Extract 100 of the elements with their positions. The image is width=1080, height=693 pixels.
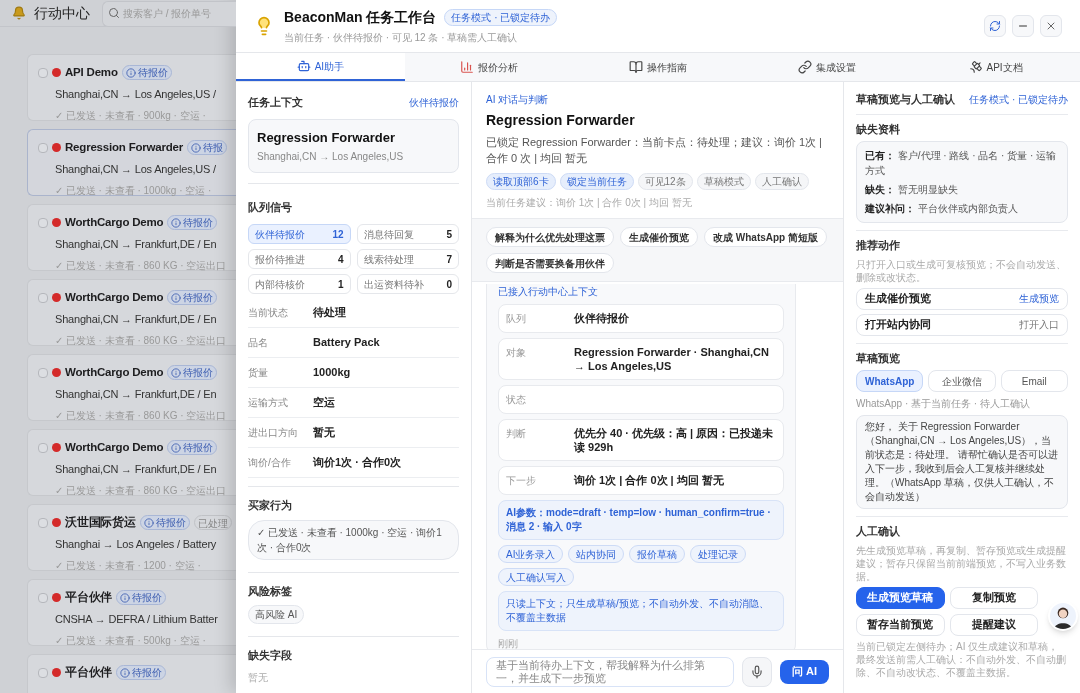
route-text: CNSHA → DEFRA / Lithium Batter (54, 612, 219, 628)
action-chip[interactable]: 人工确认写入 (498, 568, 574, 586)
row-value: 询价 1次 | 合作 0次 | 均回 暂无 (574, 473, 724, 488)
route-text: Shanghai,CN → Los Angeles,US / (54, 87, 217, 103)
route-text: Shanghai,CN → Frankfurt,DE / En (54, 387, 218, 403)
confirm-button[interactable]: 提醒建议 (949, 613, 1038, 636)
description-text: 只打开入口或生成可复核预览；不会自动发送、删除或改状态。 (856, 257, 1067, 284)
tab[interactable]: 报价分析 (404, 53, 574, 81)
section-title: 风险标签 (248, 583, 292, 599)
route-text: Shanghai,CN → Los Angeles,US / (54, 162, 217, 178)
info-line: 已有： 客户/代理 · 路线 · 品名 · 货量 · 运输方式 (865, 149, 1058, 178)
context-chip: 草稿模式 (696, 173, 751, 190)
risk-tag: 高风险 AI (248, 605, 305, 624)
hint-text: 当前任务建议：询价 1次 | 合作 0次 | 均回 暂无 (486, 196, 693, 210)
status-badge: 待报价 (139, 515, 190, 531)
field-label: 当前状态 (248, 306, 289, 320)
context-chip: 读取顶部6卡 (486, 173, 556, 190)
info-line: 建议补问： 平台伙伴或内部负责人 (865, 202, 1019, 216)
action-chip[interactable]: 站内协同 (568, 545, 625, 563)
confirm-button[interactable]: 复制预览 (949, 586, 1038, 609)
section-title: 任务上下文 (248, 95, 303, 110)
queue-signal[interactable]: 伙伴待报价 12 (248, 224, 351, 244)
section-title: 买家行为 (248, 498, 293, 513)
field-label: 货量 (248, 366, 269, 380)
context-chip: 可见12条 (637, 173, 693, 190)
row-label: 对象 (506, 346, 527, 360)
prompt-chip[interactable]: 解释为什么优先处理这票 (486, 227, 614, 247)
field-label: 运输方式 (248, 396, 289, 410)
prompt-chip[interactable]: 生成催价预览 (620, 227, 698, 247)
behavior-chip: ✓ 已发送 · 未查看 · 1000kg · 空运 · 询价1次 · 合作0次 (248, 519, 459, 560)
mode-badge: 任务模式 · 已锁定待办 (444, 9, 558, 26)
prompt-chip[interactable]: 改成 WhatsApp 简短版 (704, 227, 827, 247)
section-eyebrow: AI 对话与判断 (486, 93, 550, 107)
field-label: 进出口方向 (248, 426, 299, 440)
preview-caption: WhatsApp · 基于当前任务 · 待人工确认 (856, 397, 1031, 411)
confirm-button[interactable]: 生成预览草稿 (856, 586, 945, 609)
status-badge: 待报价 (121, 65, 172, 81)
card-title: 平台伙伴 (65, 665, 113, 680)
card-title: WorthCargo Demo (65, 215, 164, 230)
card-title: WorthCargo Demo (65, 440, 164, 455)
field-value: Battery Pack (313, 335, 380, 351)
row-label: 判断 (506, 427, 527, 441)
queue-signal[interactable]: 内部待核价 1 (248, 274, 351, 294)
section-title: 队列信号 (248, 201, 292, 213)
field-value: 暂无 (313, 425, 335, 441)
channel-tab[interactable]: 企业微信 (928, 370, 996, 392)
missing-value: 暂无 (248, 670, 269, 685)
ai-params: AI参数：mode=draft · temp=low · human_confirm=true · 消息 2 · 输入 0字 (498, 500, 784, 540)
section-title: 缺失资料 (856, 121, 901, 137)
chat-title: Regression Forwarder (486, 111, 636, 130)
ask-button[interactable]: 问 AI (779, 659, 829, 684)
queue-signal[interactable]: 线索待处理 7 (356, 249, 459, 269)
mode-label: 任务模式 · 已锁定待办 (969, 92, 1068, 107)
tab[interactable]: API文档 (911, 53, 1080, 81)
section-title: 草稿预览 (856, 350, 901, 366)
message-input[interactable]: 基于当前待办上下文，帮我解释为什么排第一，并生成下一步预览 (486, 656, 734, 687)
status-badge: 待报价 (167, 290, 218, 306)
action-chip[interactable]: 报价草稿 (629, 545, 686, 563)
queue-signal[interactable]: 报价待推进 4 (248, 249, 351, 269)
status-badge: 待报价 (167, 440, 218, 456)
card-title: WorthCargo Demo (65, 290, 164, 305)
tab[interactable]: AI助手 (236, 53, 405, 81)
window-subtitle: 当前任务 · 伙伴待报价 · 可见 12 条 · 草稿需人工确认 (284, 31, 519, 45)
status-badge: 待报 (187, 140, 228, 156)
field-value: 空运 (313, 395, 335, 411)
field-value: 待处理 (313, 305, 346, 321)
context-chip: 锁定当前任务 (559, 173, 634, 190)
route-text: Shanghai,CN → Los Angeles,US (257, 150, 405, 164)
confirm-button[interactable]: 暂存当前预览 (856, 613, 945, 636)
action-row[interactable]: 打开站内协同 打开入口 (856, 313, 1068, 336)
field-label: 品名 (248, 336, 269, 350)
timestamp: 刚刚 (498, 637, 519, 649)
action-row[interactable]: 生成催价预览 生成预览 (856, 287, 1068, 310)
field-label: 询价/合作 (248, 456, 292, 470)
channel-tab[interactable]: Email (1000, 370, 1068, 392)
channel-tab[interactable]: WhatsApp (856, 370, 924, 392)
route-text: Shanghai,CN → Frankfurt,DE / En (54, 312, 218, 328)
queue-signal[interactable]: 出运资料待补 0 (356, 274, 459, 294)
tab[interactable]: 集成设置 (742, 53, 912, 81)
action-chip[interactable]: 处理记录 (690, 545, 747, 563)
page-title: 行动中心 (34, 3, 90, 23)
safety-note: 只读上下文；只生成草稿/预览；不自动外发、不自动消隐、不覆盖主数据 (498, 591, 784, 631)
route-text: Shanghai,CN → Frankfurt,DE / En (54, 462, 218, 478)
window-title: BeaconMan 任务工作台 (284, 8, 437, 27)
message-header: 已接入行动中心上下文 (498, 285, 599, 299)
prompt-chip[interactable]: 判断是否需要换备用伙伴 (486, 253, 614, 273)
card-title: 平台伙伴 (65, 590, 113, 605)
tab[interactable]: 操作指南 (573, 53, 743, 81)
footer-note: 当前已锁定左侧待办；AI 仅生成建议和草稿，最终发送前需人工确认：不自动外发、不自动删除、不自动改状态、不覆盖主数据。 (856, 639, 1067, 679)
context-chip: 人工确认 (754, 173, 809, 190)
queue-signal[interactable]: 消息待回复 5 (356, 224, 459, 244)
row-label: 状态 (506, 393, 527, 407)
card-title: Regression Forwarder (65, 140, 184, 155)
section-title: 人工确认 (856, 524, 901, 539)
task-card[interactable]: 平台伙伴 待报价 (27, 654, 236, 693)
row-value: Regression Forwarder · Shanghai,CN → Los Angeles,US (574, 345, 770, 373)
action-chip[interactable]: AI业务录入 (498, 545, 564, 563)
section-title: 缺失字段 (248, 648, 293, 663)
task-name: Regression Forwarder (257, 128, 396, 147)
row-value: 优先分 40 · 优先级：高 | 原因：已投递未读 929h (574, 426, 775, 454)
